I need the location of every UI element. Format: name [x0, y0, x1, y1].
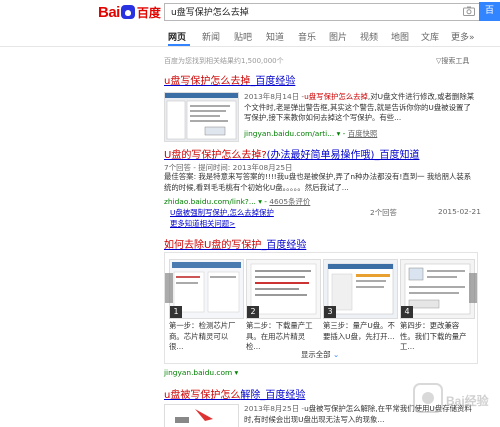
- show-all-label: 显示全部: [301, 350, 331, 359]
- step-3-text[interactable]: 第三步：量产U盘。不要插入U盘，先打开...: [323, 321, 395, 342]
- result-2-eval-link[interactable]: 4605条评价: [269, 197, 310, 206]
- result-3-title-rest: _百度经验: [261, 240, 307, 251]
- result-2-url[interactable]: zhidao.baidu.com/link?... ▾ - 4605条评价: [164, 196, 310, 207]
- carousel-left-arrow[interactable]: [165, 273, 173, 303]
- result-2-related-date: 2015-02-21: [438, 207, 481, 216]
- result-1-url[interactable]: jingyan.baidu.com/arti... ▾ - 百度快照: [244, 128, 377, 139]
- result-2-url-text: zhidao.baidu.com/link?... ▾ -: [164, 197, 270, 206]
- tab-wenku[interactable]: 文库: [421, 30, 439, 43]
- result-2-title-rest: (办法最好简单易操作哦)_百度知道: [266, 150, 420, 161]
- tab-map[interactable]: 地图: [391, 30, 409, 43]
- tab-web[interactable]: 网页: [168, 30, 186, 43]
- result-3-url[interactable]: jingyan.baidu.com ▾: [164, 368, 238, 377]
- result-4-title-highlight: u盘被写保护怎么: [164, 390, 241, 401]
- result-1-snippet-highlight: u盘写保护怎么去掉: [304, 92, 368, 101]
- result-2-title[interactable]: U盘的写保护怎么去掉?(办法最好简单易操作哦)_百度知道: [164, 146, 419, 161]
- camera-icon[interactable]: [463, 6, 475, 16]
- baidu-logo[interactable]: Bai 百度: [98, 3, 161, 21]
- result-2-snippet: 最佳答案: 我是特意来写答案的!!!!我u盘也是被保护,弄了n种办法都没有!直到…: [164, 172, 472, 192]
- result-1-title[interactable]: u盘写保护怎么去掉_百度经验: [164, 72, 295, 87]
- result-1-title-highlight: u盘写保护怎么去掉: [164, 76, 251, 87]
- result-1-snippet: 2013年8月14日 -u盘写保护怎么去掉,对U盘文件进行修改,或者删除某个文件…: [244, 92, 476, 124]
- step-4-number: 4: [401, 306, 413, 318]
- result-1-cache-link[interactable]: 百度快照: [348, 129, 378, 138]
- result-2-more-link[interactable]: 更多知道相关问题>: [170, 218, 235, 229]
- watermark-text: Bai经验: [446, 394, 489, 408]
- result-4-date: 2013年8月25日 -: [244, 404, 305, 413]
- chevron-down-icon: ⌄: [332, 350, 340, 359]
- tab-music[interactable]: 音乐: [298, 30, 316, 43]
- search-button[interactable]: 百: [479, 2, 500, 21]
- step-1-number: 1: [170, 306, 182, 318]
- step-1-image[interactable]: 1: [169, 259, 244, 319]
- show-all-button[interactable]: 显示全部 ⌄: [301, 349, 339, 360]
- step-3-image[interactable]: 3: [323, 259, 398, 319]
- step-2-image[interactable]: 2: [246, 259, 321, 319]
- result-3-title[interactable]: 如何去除U盘的写保护_百度经验: [164, 236, 306, 251]
- result-3-steps-panel: 1 2 3 4 第一步：检测芯片厂商。芯片精灵可以很... 第二步：下载量产工具…: [164, 252, 478, 364]
- logo-bai: Bai: [98, 3, 120, 21]
- step-2-number: 2: [247, 306, 259, 318]
- result-count: 百度为您找到相关结果约1,500,000个: [164, 57, 284, 65]
- tab-news[interactable]: 新闻: [202, 30, 220, 43]
- carousel-right-arrow[interactable]: [469, 273, 477, 303]
- search-tools-button[interactable]: ▽搜索工具: [436, 56, 469, 66]
- step-4-text[interactable]: 第四步：更改兼容性。我们下载的量产工...: [400, 321, 472, 353]
- result-3-title-highlight: 如何去除U盘的写保护: [164, 240, 262, 251]
- result-1-thumbnail[interactable]: [164, 92, 239, 142]
- result-1-title-rest: _百度经验: [250, 76, 296, 87]
- step-3-number: 3: [324, 306, 336, 318]
- result-1-url-text: jingyan.baidu.com/arti... ▾ -: [244, 129, 348, 138]
- tab-more[interactable]: 更多»: [451, 30, 475, 43]
- result-2-related-answers: 2个回答: [370, 208, 397, 217]
- tab-video[interactable]: 视频: [360, 30, 378, 43]
- tab-tieba[interactable]: 贴吧: [234, 30, 252, 43]
- header: Bai 百度 百: [0, 0, 500, 24]
- search-tools-label: 搜索工具: [441, 57, 470, 65]
- result-4-title-rest: 解除_百度经验: [240, 390, 306, 401]
- step-2-text[interactable]: 第二步：下载量产工具。在用芯片精灵检...: [246, 321, 318, 353]
- baidu-jingyan-watermark: Bai经验: [410, 378, 498, 422]
- active-tab-indicator: [168, 44, 190, 46]
- search-input[interactable]: [165, 4, 441, 18]
- result-1-date: 2013年8月14日 -: [244, 92, 305, 101]
- result-2-related-question[interactable]: U盘被强制写保护,怎么去掉保护: [170, 207, 274, 218]
- step-1-text[interactable]: 第一步：检测芯片厂商。芯片精灵可以很...: [169, 321, 241, 353]
- search-box[interactable]: [164, 3, 480, 21]
- logo-chinese: 百度: [136, 5, 161, 20]
- result-4-title[interactable]: u盘被写保护怎么解除_百度经验: [164, 386, 305, 401]
- vertical-tabs: 网页 新闻 贴吧 知道 音乐 图片 视频 地图 文库 更多»: [0, 24, 500, 47]
- result-2-title-highlight: U盘的写保护怎么去掉?: [164, 150, 267, 161]
- step-4-image[interactable]: 4: [400, 259, 475, 319]
- result-4-thumbnail[interactable]: [164, 404, 239, 427]
- tab-images[interactable]: 图片: [329, 30, 347, 43]
- tab-zhidao[interactable]: 知道: [266, 30, 284, 43]
- paw-icon: [120, 5, 135, 19]
